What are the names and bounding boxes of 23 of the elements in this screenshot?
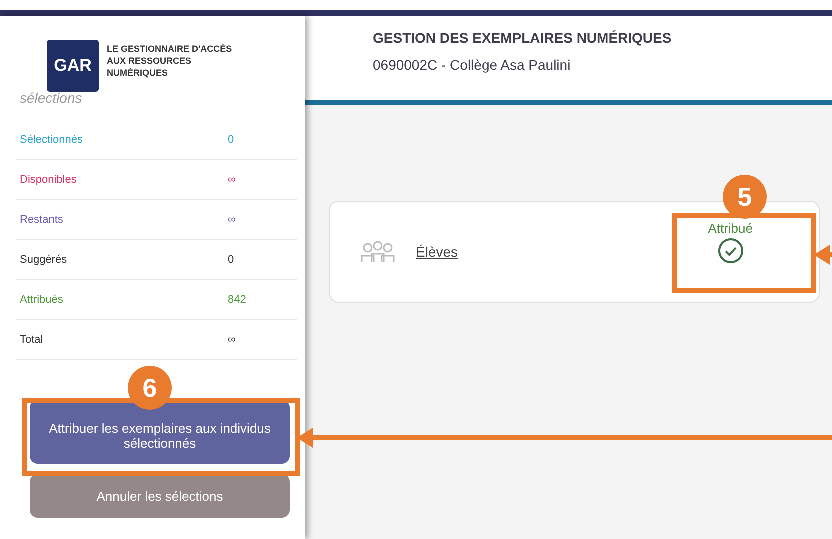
- cancel-button[interactable]: Annuler les sélections: [30, 474, 290, 518]
- group-label[interactable]: Élèves: [416, 244, 708, 260]
- stat-value: ∞: [228, 214, 236, 226]
- stat-label: Attribués: [19, 294, 64, 306]
- stat-value: ∞: [228, 174, 236, 186]
- page-title: GESTION DES EXEMPLAIRES NUMÉRIQUES: [373, 30, 672, 46]
- stat-value: 0: [228, 254, 234, 266]
- logo-tagline: LE GESTIONNAIRE D'ACCÈS AUX RESSOURCES NUMÉRIQUES: [107, 43, 234, 79]
- check-circle-icon: [718, 238, 744, 264]
- stat-label: Total: [19, 334, 44, 346]
- logo: GAR: [47, 40, 99, 92]
- assign-button[interactable]: Attribuer les exemplaires aux individus sélectionnés: [30, 400, 290, 464]
- stat-label: Sélectionnés: [19, 134, 84, 146]
- stat-value: 0: [228, 134, 234, 146]
- school-name: 0690002C - Collège Asa Paulini: [373, 57, 571, 73]
- people-icon: [360, 240, 396, 264]
- stat-value: 842: [228, 294, 246, 306]
- status-label: Attribué: [708, 220, 753, 236]
- stat-value: ∞: [228, 334, 236, 346]
- section-heading: sélections: [20, 90, 84, 106]
- stat-label: Restants: [19, 214, 64, 226]
- stat-label: Disponibles: [19, 174, 78, 186]
- stat-label: Suggérés: [19, 254, 68, 266]
